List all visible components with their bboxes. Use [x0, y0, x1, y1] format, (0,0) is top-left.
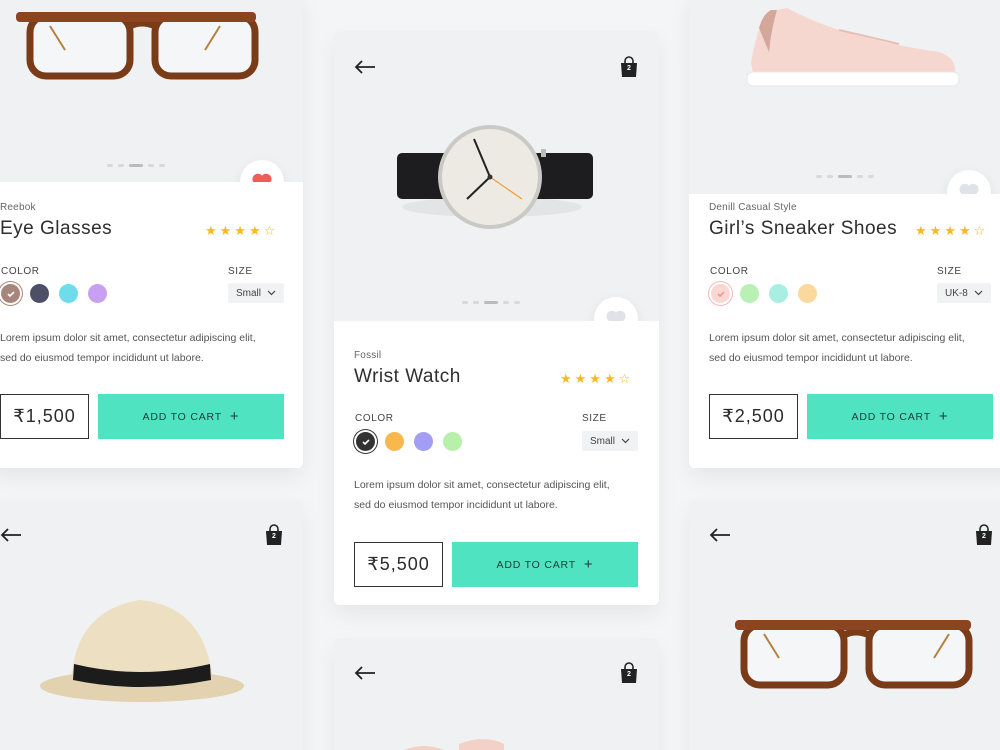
product-details: Reebok Eye Glasses ★★★★☆ COLOR SIZE Smal…: [0, 182, 303, 468]
color-swatch[interactable]: [88, 284, 107, 303]
chevron-down-icon: [267, 290, 276, 296]
product-card-hat: 2: [0, 500, 303, 750]
color-swatch[interactable]: [30, 284, 49, 303]
rating-stars: ★★★★☆: [915, 223, 989, 238]
product-image-area: [0, 0, 303, 182]
size-value: Small: [236, 287, 262, 299]
plus-icon: +: [583, 556, 594, 573]
product-description: Lorem ipsum dolor sit amet, consectetur …: [354, 475, 654, 515]
description-line: Lorem ipsum dolor sit amet, consectetur …: [0, 332, 256, 344]
product-card-bottom: 2: [334, 638, 659, 750]
color-swatch-selected[interactable]: [711, 284, 730, 303]
color-swatch[interactable]: [740, 284, 759, 303]
product-description: Lorem ipsum dolor sit amet, consectetur …: [0, 328, 290, 368]
carousel-dots[interactable]: [462, 301, 520, 304]
add-to-cart-label: ADD TO CART: [142, 410, 222, 423]
color-swatches: [1, 284, 107, 303]
product-card-wrist-watch: 2 Fossil Wrist Watch ★★★★☆ COLOR SIZE Sm…: [334, 31, 659, 605]
product-description: Lorem ipsum dolor sit amet, consectetur …: [709, 328, 1000, 368]
check-icon: [361, 438, 370, 445]
carousel-dots[interactable]: [107, 164, 165, 167]
add-to-cart-button[interactable]: ADD TO CART +: [98, 394, 284, 439]
product-title: Girl’s Sneaker Shoes: [709, 218, 898, 239]
size-label: SIZE: [228, 266, 253, 277]
size-label: SIZE: [582, 413, 607, 424]
color-swatch[interactable]: [59, 284, 78, 303]
carousel-dots[interactable]: [816, 175, 874, 178]
color-swatch[interactable]: [769, 284, 788, 303]
color-swatch-selected[interactable]: [356, 432, 375, 451]
color-swatches: [356, 432, 462, 451]
rating-stars: ★★★★☆: [205, 223, 279, 238]
color-swatch[interactable]: [443, 432, 462, 451]
straw-hat-image: [40, 600, 244, 702]
size-label: SIZE: [937, 266, 962, 277]
wrist-watch-image: [397, 125, 593, 229]
price-box: ₹1,500: [0, 394, 89, 439]
plus-icon: +: [229, 408, 240, 425]
add-to-cart-button[interactable]: ADD TO CART +: [452, 542, 638, 587]
product-title: Eye Glasses: [0, 218, 113, 239]
brand-name: Fossil: [354, 350, 382, 361]
description-line: Lorem ipsum dolor sit amet, consectetur …: [709, 332, 965, 344]
description-line: Lorem ipsum dolor sit amet, consectetur …: [354, 479, 610, 491]
color-label: COLOR: [1, 266, 40, 277]
color-swatch[interactable]: [798, 284, 817, 303]
check-icon: [6, 290, 15, 297]
brand-name: Reebok: [0, 202, 36, 213]
product-image-area: [689, 0, 1000, 194]
brand-name: Denill Casual Style: [709, 202, 797, 213]
product-title: Wrist Watch: [354, 366, 461, 387]
description-line: sed do eiusmod tempor incididunt ut labo…: [0, 352, 204, 364]
size-value: UK-8: [945, 287, 968, 299]
size-select[interactable]: Small: [228, 283, 285, 303]
color-label: COLOR: [710, 266, 749, 277]
sneaker-shoe-image: [746, 8, 960, 87]
color-swatch-selected[interactable]: [1, 284, 20, 303]
chevron-down-icon: [621, 438, 630, 444]
product-card-eye-glasses-2: 2: [689, 500, 1000, 750]
product-card-sneaker: Denill Casual Style Girl’s Sneaker Shoes…: [689, 0, 1000, 468]
price-box: ₹2,500: [709, 394, 798, 439]
add-to-cart-label: ADD TO CART: [496, 558, 576, 571]
product-details: Fossil Wrist Watch ★★★★☆ COLOR SIZE Smal…: [334, 321, 659, 605]
rating-stars: ★★★★☆: [560, 371, 634, 386]
color-swatch[interactable]: [414, 432, 433, 451]
eye-glasses-image: [735, 620, 973, 689]
size-select[interactable]: Small: [582, 431, 639, 451]
price-box: ₹5,500: [354, 542, 443, 587]
color-swatch[interactable]: [385, 432, 404, 451]
description-line: sed do eiusmod tempor incididunt ut labo…: [709, 352, 913, 364]
plus-icon: +: [938, 408, 949, 425]
size-value: Small: [590, 435, 616, 447]
product-image-area: 2: [334, 31, 659, 321]
description-line: sed do eiusmod tempor incididunt ut labo…: [354, 499, 558, 511]
chevron-down-icon: [974, 290, 983, 296]
add-to-cart-button[interactable]: ADD TO CART +: [807, 394, 993, 439]
size-select[interactable]: UK-8: [937, 283, 991, 303]
check-icon: [716, 290, 725, 297]
add-to-cart-label: ADD TO CART: [851, 410, 931, 423]
product-image-partial: [404, 739, 504, 750]
product-card-eye-glasses: Reebok Eye Glasses ★★★★☆ COLOR SIZE Smal…: [0, 0, 303, 468]
eye-glasses-image: [16, 12, 259, 80]
color-label: COLOR: [355, 413, 394, 424]
color-swatches: [711, 284, 817, 303]
product-details: Denill Casual Style Girl’s Sneaker Shoes…: [689, 194, 1000, 468]
